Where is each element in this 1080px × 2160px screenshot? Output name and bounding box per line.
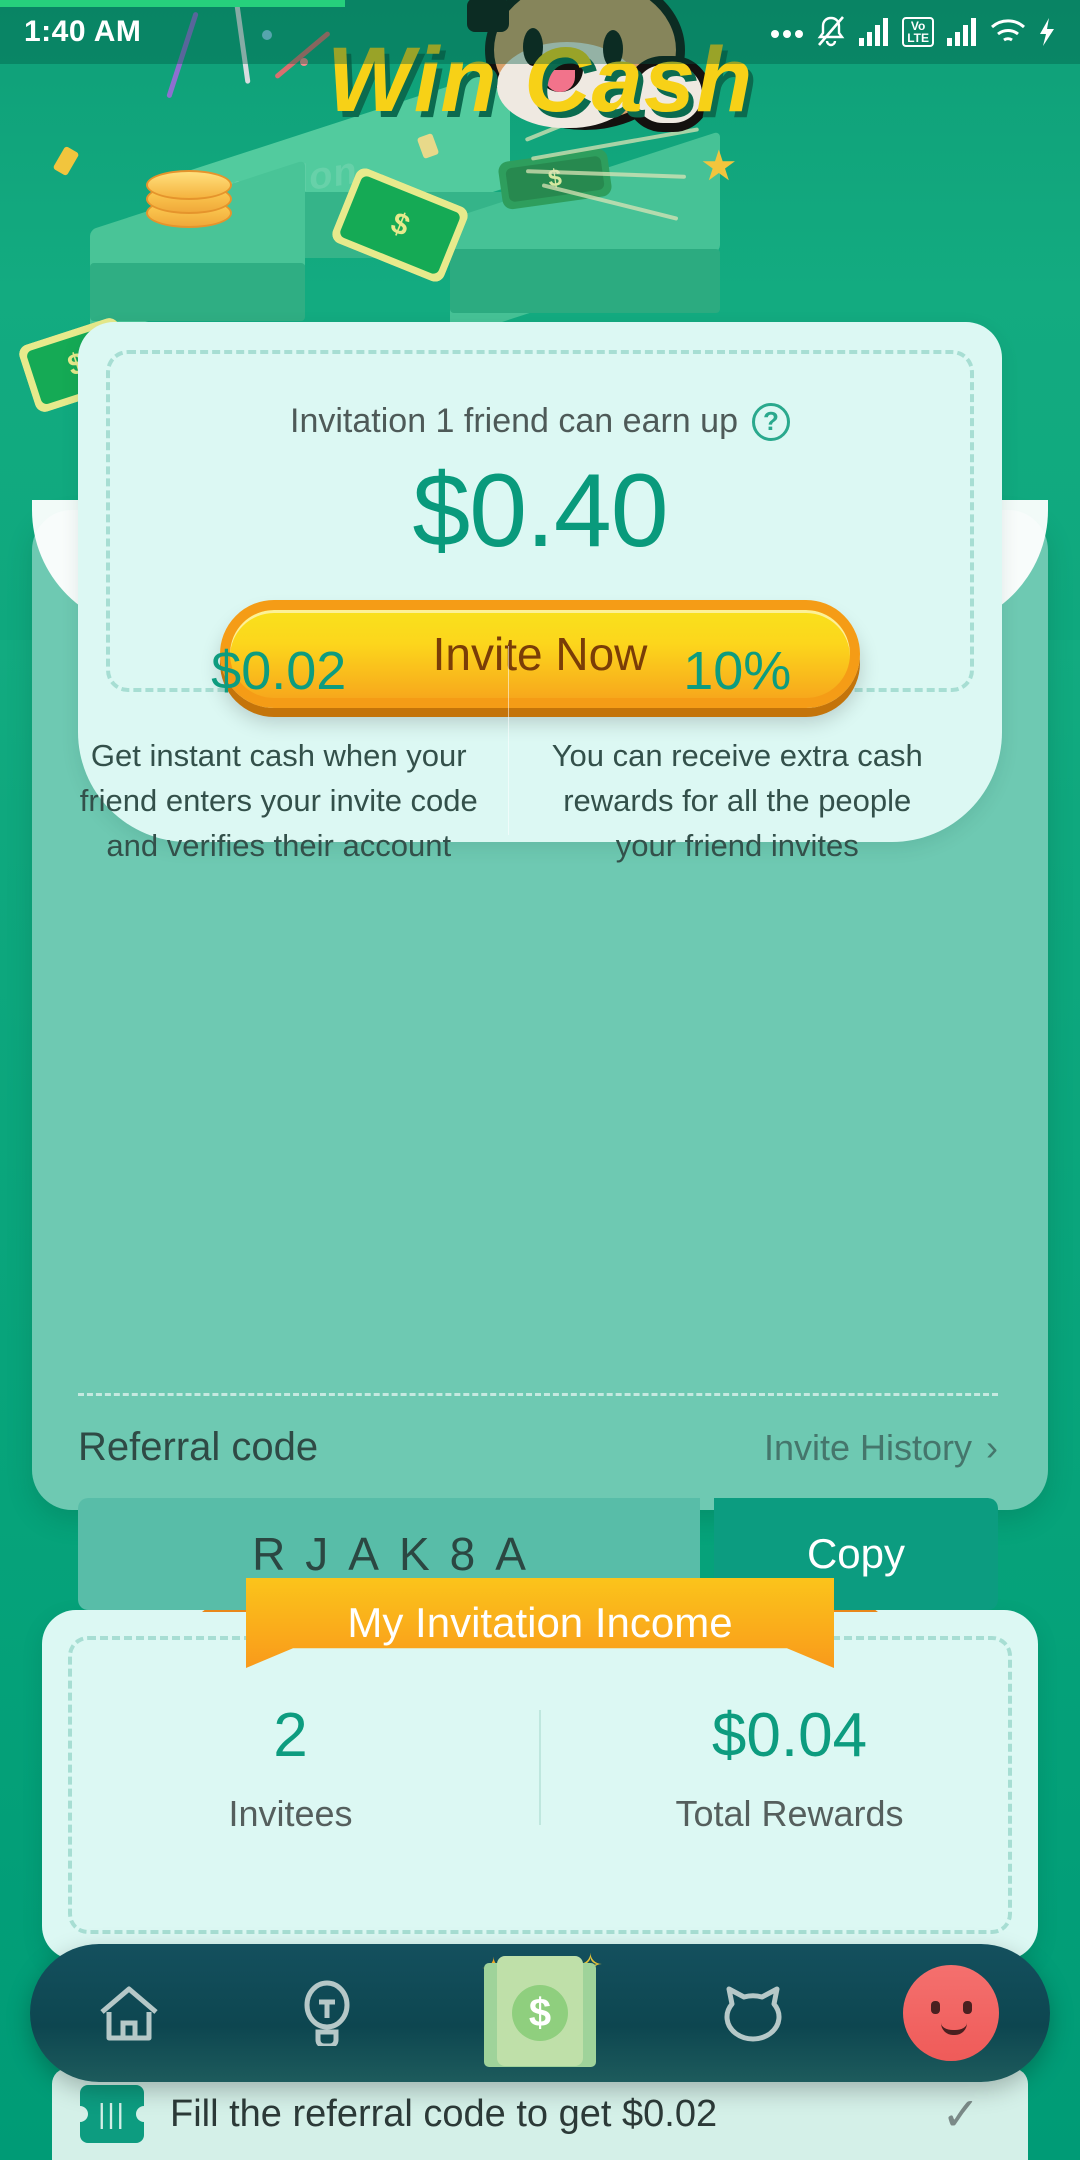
- benefits-row: $0.02 Get instant cash when your friend …: [50, 640, 966, 869]
- status-bar: 1:40 AM Vo LTE: [0, 0, 1080, 64]
- total-rewards-label: Total Rewards: [675, 1793, 904, 1834]
- total-rewards-value: $0.04: [711, 1701, 868, 1770]
- benefit-desc-1: Get instant cash when your friend enters…: [79, 738, 478, 863]
- nav-item-discover[interactable]: [267, 1953, 387, 2073]
- signal-bars-icon: [858, 17, 890, 47]
- income-stat-rewards: $0.04 Total Rewards: [541, 1700, 1038, 1835]
- income-stat-invitees: 2 Invitees: [42, 1700, 539, 1835]
- lightbulb-icon: [298, 1980, 356, 2046]
- benefit-amount-2: 10%: [683, 641, 792, 701]
- invitees-label: Invitees: [228, 1793, 353, 1834]
- avatar: [903, 1965, 999, 2061]
- signal-bars-2-icon: [946, 17, 978, 47]
- wifi-icon: [990, 18, 1026, 46]
- ticket-icon: |||: [80, 2085, 144, 2143]
- home-icon: [96, 1982, 162, 2044]
- benefit-item-2: 10% You can receive extra cash rewards f…: [509, 640, 967, 869]
- benefit-desc-2: You can receive extra cash rewards for a…: [551, 738, 923, 863]
- chevron-right-icon: ›: [986, 1426, 998, 1468]
- coin-stack-icon: [146, 168, 234, 230]
- dots-icon: [770, 26, 804, 38]
- charging-bolt-icon: [1038, 17, 1056, 47]
- volte-icon: Vo LTE: [902, 17, 934, 47]
- check-icon[interactable]: ✓: [941, 2087, 1000, 2141]
- confetti-1: [52, 145, 80, 177]
- nav-item-cash[interactable]: ✦ ✧ $: [465, 1938, 615, 2088]
- toast-message: Fill the referral code to get $0.02: [170, 2092, 718, 2135]
- referral-header-row: Referral code Invite History ›: [78, 1425, 998, 1470]
- notification-progress-bar: [0, 0, 345, 7]
- help-icon[interactable]: ?: [751, 402, 790, 441]
- invite-history-label: Invite History: [763, 1426, 972, 1468]
- invite-subtitle: Invitation 1 friend can earn up: [290, 402, 738, 440]
- section-divider: [78, 1393, 998, 1396]
- nav-item-cat[interactable]: [693, 1953, 813, 2073]
- income-stats-row: 2 Invitees $0.04 Total Rewards: [42, 1700, 1038, 1835]
- status-icons: Vo LTE: [770, 15, 1056, 49]
- bottom-navigation-bar: ✦ ✧ $: [30, 1944, 1050, 2082]
- invite-history-link[interactable]: Invite History ›: [764, 1427, 998, 1469]
- cat-face-icon: [720, 1984, 786, 2042]
- invite-subtitle-row: Invitation 1 friend can earn up ?: [78, 402, 1002, 441]
- benefit-amount-1: $0.02: [211, 641, 347, 701]
- star-icon: ★: [700, 142, 738, 189]
- status-time: 1:40 AM: [24, 15, 142, 48]
- invite-amount: $0.40: [412, 453, 668, 569]
- cash-bill-icon: $: [497, 1956, 583, 2066]
- invitees-value: 2: [273, 1701, 308, 1770]
- referral-code-label: Referral code: [78, 1425, 319, 1469]
- silent-bell-icon: [816, 15, 846, 49]
- nav-item-home[interactable]: [69, 1953, 189, 2073]
- benefit-item-1: $0.02 Get instant cash when your friend …: [50, 640, 508, 869]
- nav-item-profile[interactable]: [891, 1953, 1011, 2073]
